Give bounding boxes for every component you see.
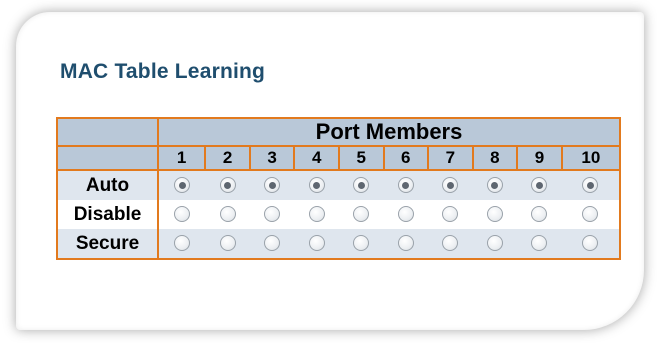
radio-cell (383, 170, 429, 200)
radio-cell (158, 170, 206, 200)
port-number-header: 9 (516, 145, 563, 171)
port-5-auto-radio[interactable] (353, 177, 370, 194)
mode-label: Disable (57, 200, 159, 229)
radio-cell (294, 229, 339, 259)
radio-cell (294, 200, 339, 229)
port-1-auto-radio[interactable] (174, 177, 191, 194)
radio-cell (205, 229, 250, 259)
port-8-disable-radio[interactable] (486, 206, 503, 223)
port-number-header: 1 (156, 145, 207, 171)
radio-cell (561, 170, 620, 200)
mode-row-disable: Disable (57, 200, 620, 229)
mac-learning-table: Port Members 1 2 3 4 5 6 7 8 9 10 Auto Disable Secu… (56, 117, 622, 260)
port-6-auto-radio[interactable] (397, 177, 414, 194)
header-corner-sub (56, 145, 159, 171)
radio-cell (338, 170, 384, 200)
port-number-header: 5 (337, 145, 385, 171)
radio-cell (205, 170, 250, 200)
port-7-disable-radio[interactable] (442, 206, 459, 223)
port-members-header: Port Members (157, 117, 621, 147)
port-number-header: 2 (204, 145, 251, 171)
radio-cell (472, 170, 518, 200)
port-10-auto-radio[interactable] (582, 177, 599, 194)
radio-cell (472, 200, 518, 229)
port-number-header: 3 (248, 145, 296, 171)
radio-cell (338, 200, 384, 229)
port-3-secure-radio[interactable] (264, 235, 281, 252)
port-9-disable-radio[interactable] (531, 206, 548, 223)
port-5-secure-radio[interactable] (353, 235, 370, 252)
header-corner (56, 117, 159, 147)
port-10-disable-radio[interactable] (582, 206, 599, 223)
port-2-secure-radio[interactable] (219, 235, 236, 252)
radio-cell (249, 200, 295, 229)
port-number-header: 8 (471, 145, 519, 171)
mode-label: Auto (57, 170, 159, 200)
port-6-secure-radio[interactable] (397, 235, 414, 252)
port-1-secure-radio[interactable] (174, 235, 191, 252)
port-number-header: 4 (293, 145, 340, 171)
port-7-secure-radio[interactable] (442, 235, 459, 252)
radio-cell (428, 170, 473, 200)
port-2-disable-radio[interactable] (219, 206, 236, 223)
mode-row-auto: Auto (57, 170, 620, 200)
port-2-auto-radio[interactable] (219, 177, 236, 194)
radio-cell (561, 229, 620, 259)
radio-cell (428, 200, 473, 229)
port-6-disable-radio[interactable] (397, 206, 414, 223)
port-number-header: 7 (427, 145, 474, 171)
radio-cell (472, 229, 518, 259)
port-4-disable-radio[interactable] (308, 206, 325, 223)
radio-cell (338, 229, 384, 259)
radio-cell (517, 170, 562, 200)
mode-label: Secure (57, 229, 159, 259)
port-1-disable-radio[interactable] (174, 206, 191, 223)
port-8-secure-radio[interactable] (486, 235, 503, 252)
port-3-disable-radio[interactable] (264, 206, 281, 223)
port-10-secure-radio[interactable] (582, 235, 599, 252)
radio-cell (383, 229, 429, 259)
port-3-auto-radio[interactable] (264, 177, 281, 194)
radio-cell (428, 229, 473, 259)
port-4-auto-radio[interactable] (308, 177, 325, 194)
port-8-auto-radio[interactable] (486, 177, 503, 194)
port-5-disable-radio[interactable] (353, 206, 370, 223)
mode-row-secure: Secure (57, 229, 620, 259)
port-number-header: 10 (560, 145, 622, 171)
port-9-auto-radio[interactable] (531, 177, 548, 194)
radio-cell (294, 170, 339, 200)
radio-cell (561, 200, 620, 229)
port-7-auto-radio[interactable] (442, 177, 459, 194)
radio-cell (517, 229, 562, 259)
port-4-secure-radio[interactable] (308, 235, 325, 252)
page-title: MAC Table Learning (60, 60, 266, 83)
radio-cell (383, 200, 429, 229)
radio-cell (249, 170, 295, 200)
radio-cell (249, 229, 295, 259)
port-number-header: 6 (382, 145, 430, 171)
radio-cell (158, 200, 206, 229)
radio-cell (517, 200, 562, 229)
radio-cell (205, 200, 250, 229)
radio-cell (158, 229, 206, 259)
port-9-secure-radio[interactable] (531, 235, 548, 252)
